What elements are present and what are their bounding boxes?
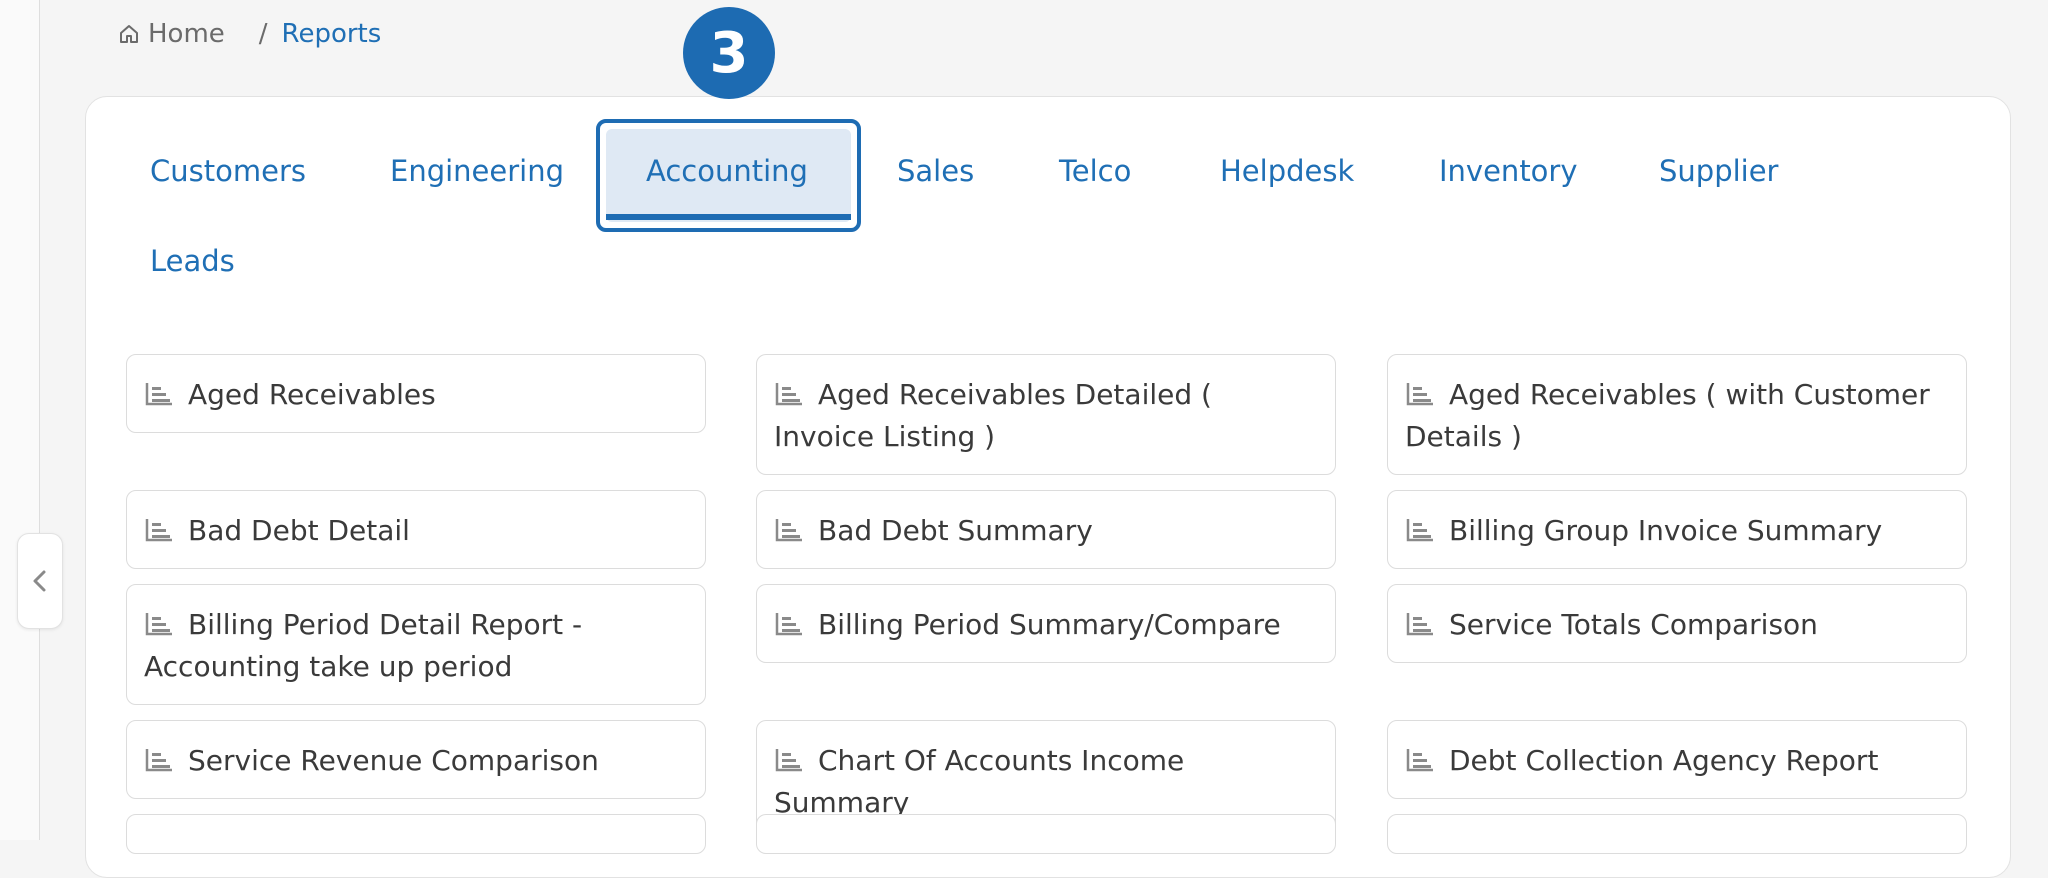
report-label: Billing Period Summary/Compare	[818, 608, 1281, 641]
bar-chart-icon	[145, 749, 172, 772]
tab-customers[interactable]: Customers	[150, 151, 306, 191]
bar-chart-icon	[145, 383, 172, 406]
report-label: Aged Receivables Detailed ( Invoice List…	[774, 378, 1212, 453]
report-card[interactable]: Debt Collection Agency Report	[1387, 720, 1967, 799]
report-card-partial[interactable]	[756, 814, 1336, 854]
report-label: Aged Receivables	[188, 378, 436, 411]
tab-sales[interactable]: Sales	[897, 151, 974, 191]
bar-chart-icon	[1406, 383, 1433, 406]
breadcrumb-home-label: Home	[148, 19, 225, 49]
report-card[interactable]: Billing Group Invoice Summary	[1387, 490, 1967, 569]
breadcrumb-current[interactable]: Reports	[282, 19, 382, 49]
report-label: Debt Collection Agency Report	[1449, 744, 1879, 777]
report-card[interactable]: Bad Debt Summary	[756, 490, 1336, 569]
report-card[interactable]: Billing Period Summary/Compare	[756, 584, 1336, 663]
bar-chart-icon	[775, 519, 802, 542]
report-card[interactable]: Aged Receivables Detailed ( Invoice List…	[756, 354, 1336, 475]
bar-chart-icon	[1406, 613, 1433, 636]
tab-helpdesk[interactable]: Helpdesk	[1220, 151, 1354, 191]
sidebar-collapse-button[interactable]	[17, 533, 63, 629]
report-card[interactable]: Aged Receivables ( with Customer Details…	[1387, 354, 1967, 475]
report-card[interactable]: Aged Receivables	[126, 354, 706, 433]
report-label: Billing Group Invoice Summary	[1449, 514, 1883, 547]
report-card[interactable]: Service Totals Comparison	[1387, 584, 1967, 663]
report-card[interactable]: Bad Debt Detail	[126, 490, 706, 569]
bar-chart-icon	[775, 613, 802, 636]
report-label: Bad Debt Summary	[818, 514, 1093, 547]
report-label: Billing Period Detail Report - Accountin…	[144, 608, 583, 683]
home-icon	[120, 25, 138, 43]
breadcrumb: Home / Reports	[118, 14, 381, 54]
step-number-badge: 3	[683, 7, 775, 99]
bar-chart-icon	[145, 519, 172, 542]
report-label: Chart Of Accounts Income Summary	[774, 744, 1185, 819]
report-card-partial[interactable]	[1387, 814, 1967, 854]
left-sidebar-strip	[0, 0, 40, 840]
breadcrumb-home-link[interactable]: Home	[118, 19, 225, 49]
tab-inventory[interactable]: Inventory	[1439, 151, 1578, 191]
report-label: Bad Debt Detail	[188, 514, 410, 547]
bar-chart-icon	[1406, 749, 1433, 772]
report-label: Service Revenue Comparison	[188, 744, 599, 777]
tab-telco[interactable]: Telco	[1059, 151, 1131, 191]
bar-chart-icon	[775, 749, 802, 772]
report-card-partial[interactable]	[126, 814, 706, 854]
tab-supplier[interactable]: Supplier	[1659, 151, 1778, 191]
chevron-left-icon	[33, 570, 46, 592]
report-label: Aged Receivables ( with Customer Details…	[1405, 378, 1930, 453]
bar-chart-icon	[775, 383, 802, 406]
tab-engineering[interactable]: Engineering	[390, 151, 564, 191]
bar-chart-icon	[1406, 519, 1433, 542]
report-card[interactable]: Billing Period Detail Report - Accountin…	[126, 584, 706, 705]
tab-accounting[interactable]: Accounting	[646, 151, 808, 191]
report-label: Service Totals Comparison	[1449, 608, 1818, 641]
breadcrumb-separator: /	[258, 19, 268, 49]
tab-leads[interactable]: Leads	[150, 241, 235, 281]
bar-chart-icon	[145, 613, 172, 636]
report-card[interactable]: Service Revenue Comparison	[126, 720, 706, 799]
